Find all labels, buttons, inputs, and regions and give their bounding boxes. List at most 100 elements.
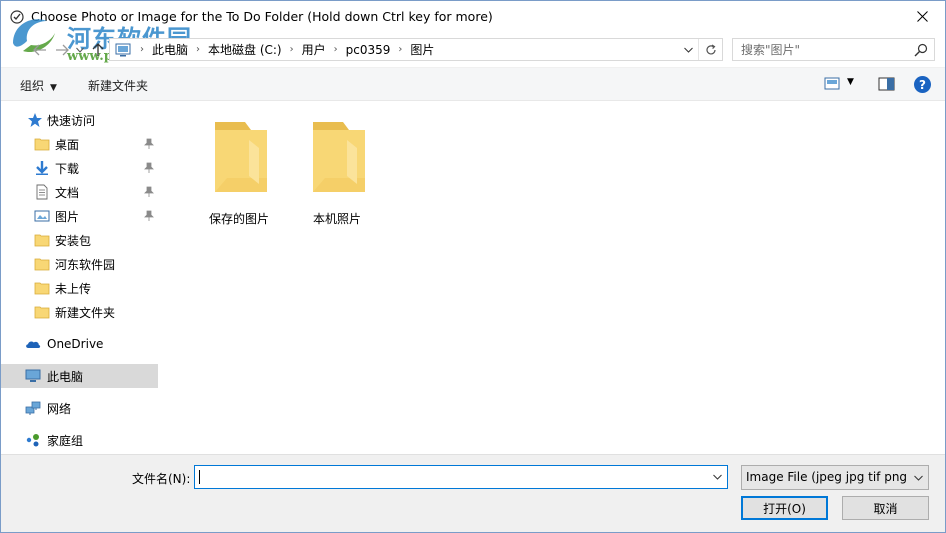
filetype-dropdown[interactable]	[911, 466, 925, 489]
folder-name: 保存的图片	[208, 212, 269, 226]
organize-label: 组织	[20, 79, 45, 93]
folder-icon	[34, 234, 50, 247]
breadcrumb-separator[interactable]: ›	[196, 44, 200, 55]
address-row: › 此电脑 › 本地磁盘 (C:) › 用户 › pc0359 › 图片	[1, 35, 945, 65]
folder-icon	[34, 282, 50, 295]
sidebar-item-documents[interactable]: 文档	[1, 180, 158, 204]
sidebar-item-label: 文档	[55, 185, 80, 200]
filename-label: 文件名(N):	[132, 472, 191, 486]
filename-combobox[interactable]	[194, 465, 728, 489]
help-button[interactable]: ?	[914, 76, 931, 93]
chevron-down-icon	[683, 47, 693, 53]
preview-pane-icon[interactable]	[878, 77, 895, 91]
view-options-dropdown[interactable]: ▼	[847, 77, 854, 87]
breadcrumb: › 此电脑 › 本地磁盘 (C:) › 用户 › pc0359 › 图片	[134, 39, 436, 60]
filetype-value: Image File (jpeg jpg tif png	[746, 470, 908, 484]
sidebar-item-label: 图片	[55, 209, 80, 224]
chevron-down-icon	[76, 47, 84, 53]
desktop-folder-icon	[34, 138, 50, 151]
folder-icon	[34, 258, 50, 271]
sidebar-item-downloads[interactable]: 下载	[1, 156, 158, 180]
sidebar-network-label: 网络	[47, 401, 72, 416]
address-history-dropdown[interactable]	[680, 39, 696, 60]
sidebar-item-pictures[interactable]: 图片	[1, 204, 158, 228]
sidebar-item-not-uploaded[interactable]: 未上传	[1, 276, 158, 300]
document-icon	[36, 184, 48, 200]
title-bar: Choose Photo or Image for the To Do Fold…	[1, 1, 945, 32]
text-caret	[199, 470, 200, 484]
breadcrumb-this-pc[interactable]: 此电脑	[150, 41, 190, 58]
cancel-button[interactable]: 取消	[842, 496, 929, 520]
network-icon	[25, 401, 41, 415]
recent-dropdown[interactable]	[73, 40, 87, 60]
pin-icon[interactable]	[144, 186, 154, 198]
pc-location-icon	[115, 43, 131, 57]
pin-icon[interactable]	[144, 138, 154, 150]
dialog-footer: 文件名(N): Image File (jpeg jpg tif png 打开(…	[1, 454, 945, 532]
breadcrumb-local-disk[interactable]: 本地磁盘 (C:)	[206, 41, 284, 58]
back-button[interactable]	[31, 40, 49, 60]
organize-button[interactable]: 组织 ▼	[20, 77, 57, 94]
sidebar-homegroup[interactable]: 家庭组	[1, 428, 158, 452]
new-folder-button[interactable]: 新建文件夹	[88, 77, 148, 94]
filetype-select[interactable]: Image File (jpeg jpg tif png	[741, 465, 929, 490]
download-arrow-icon	[36, 161, 48, 175]
sidebar-item-label: 下载	[55, 161, 80, 176]
breadcrumb-separator[interactable]: ›	[398, 44, 402, 55]
sidebar-item-new-folder[interactable]: 新建文件夹	[1, 300, 158, 324]
arrow-left-icon	[33, 44, 46, 56]
file-open-dialog: Choose Photo or Image for the To Do Fold…	[0, 0, 946, 533]
breadcrumb-separator[interactable]: ›	[334, 44, 338, 55]
app-icon	[10, 10, 24, 24]
sidebar-item-label: 安装包	[55, 233, 92, 248]
sidebar-item-label: 河东软件园	[55, 257, 116, 272]
breadcrumb-user-folder[interactable]: pc0359	[344, 43, 393, 57]
folder-name: 本机照片	[312, 212, 361, 226]
window-title: Choose Photo or Image for the To Do Fold…	[31, 9, 493, 24]
homegroup-icon	[26, 434, 39, 447]
breadcrumb-pictures[interactable]: 图片	[408, 41, 436, 58]
sidebar-quick-access[interactable]: 快速访问	[1, 108, 158, 132]
breadcrumb-separator[interactable]: ›	[290, 44, 294, 55]
open-button[interactable]: 打开(O)	[741, 496, 828, 520]
sidebar-item-desktop[interactable]: 桌面	[1, 132, 158, 156]
folder-icon	[313, 122, 365, 192]
sidebar-item-installers[interactable]: 安装包	[1, 228, 158, 252]
up-button[interactable]	[89, 40, 107, 60]
caret-down-icon: ▼	[50, 83, 57, 93]
sidebar-item-hedong[interactable]: 河东软件园	[1, 252, 158, 276]
close-button[interactable]	[899, 1, 945, 32]
sidebar-homegroup-label: 家庭组	[47, 433, 84, 448]
breadcrumb-users[interactable]: 用户	[300, 41, 328, 58]
folder-item-saved-pictures[interactable]: 保存的图片	[189, 106, 289, 226]
file-list: 保存的图片 本机照片	[161, 102, 945, 454]
command-toolbar: 组织 ▼ 新建文件夹 ▼ ?	[1, 67, 945, 101]
refresh-icon	[705, 43, 716, 54]
filename-dropdown[interactable]	[707, 466, 727, 488]
sidebar-onedrive-label: OneDrive	[47, 337, 104, 351]
folder-item-camera-roll[interactable]: 本机照片	[287, 106, 387, 226]
filename-input[interactable]	[195, 466, 705, 488]
search-box[interactable]	[732, 38, 935, 61]
breadcrumb-separator[interactable]: ›	[140, 44, 144, 55]
address-bar[interactable]: › 此电脑 › 本地磁盘 (C:) › 用户 › pc0359 › 图片	[109, 38, 723, 61]
chevron-down-icon	[712, 474, 722, 480]
cloud-icon	[26, 341, 41, 348]
refresh-button[interactable]	[698, 39, 722, 60]
search-input[interactable]	[733, 39, 909, 60]
pin-icon[interactable]	[144, 162, 154, 174]
sidebar-this-pc[interactable]: 此电脑	[1, 364, 158, 388]
folder-icon	[215, 122, 267, 192]
sidebar-onedrive[interactable]: OneDrive	[1, 332, 158, 356]
search-icon[interactable]	[914, 43, 928, 57]
folder-icon	[34, 306, 50, 319]
sidebar-item-label: 新建文件夹	[55, 305, 116, 320]
forward-button[interactable]	[53, 40, 71, 60]
star-icon	[28, 113, 42, 127]
view-mode-icon[interactable]	[824, 77, 840, 91]
sidebar-network[interactable]: 网络	[1, 396, 158, 420]
sidebar-item-label: 桌面	[55, 137, 80, 152]
pictures-icon	[34, 210, 50, 222]
pin-icon[interactable]	[144, 210, 154, 222]
arrow-right-icon	[56, 44, 69, 56]
